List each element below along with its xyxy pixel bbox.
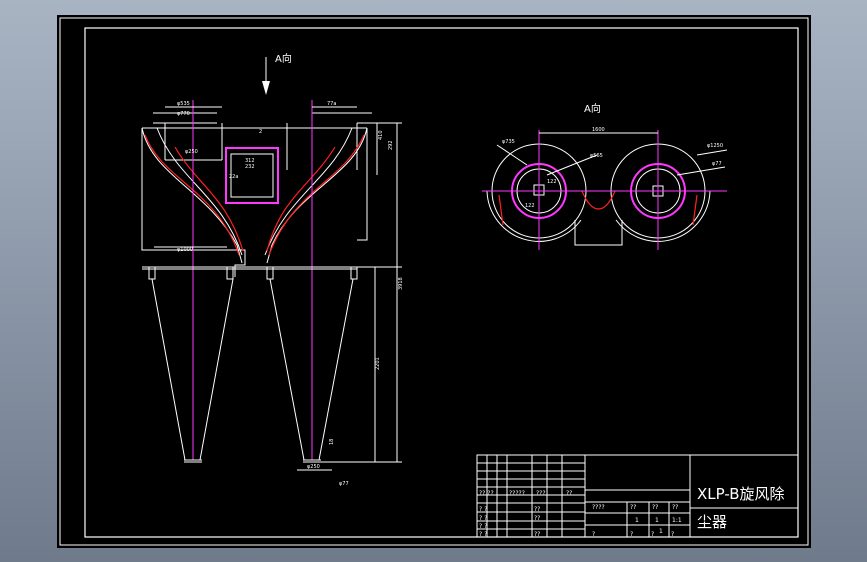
dim-text-16: φ77 [339,481,349,487]
inner-frame [84,27,799,538]
tb-cell-8: ?? [672,504,678,511]
leader-1 [696,149,728,156]
tb-sub-2: ?? [534,515,540,522]
right-scroll-outer [266,127,368,264]
top-dim-text-1: 1600 [592,127,605,133]
tb-cell-6: ?? [630,504,636,511]
tb-cell-1: ?? ?? [479,490,494,497]
tb-sub-3: ?? [534,531,540,538]
top-dim-text-4: φ735 [502,139,515,145]
dim-text-1: φ535 [177,101,190,107]
right-scroll-arc [615,190,711,242]
dim-text-8: 2 [259,129,262,135]
dim-text-13: 2201 [375,357,381,370]
title-block: XLP-B旋风除 尘器 ?? ?? ????? ??? ?? ???? ?? ?… [476,454,799,538]
tb-cell-4: ?? [566,490,572,497]
dim-text-10: 22a [229,174,238,180]
dim-text-14: 18 [329,439,335,445]
tb-val-2: 1 [655,517,659,524]
a-direction-label-top: A向 [584,102,601,115]
tb-bottom-4: ? [671,531,674,538]
top-dim-text-3: φ77 [712,161,722,167]
top-dim-text-6: 122 [547,179,557,185]
tb-bottom-2: ? [630,531,633,538]
inlet-connector [574,220,623,246]
tb-left-2: ? ? [479,515,487,522]
top-dim-text-5: φ565 [590,153,603,159]
dim-text-7: 410 [378,130,384,140]
drawing-title-line1: XLP-B旋风除 [697,485,785,503]
tb-sub-1: ?? [534,506,540,513]
dim-text-6: 232 [245,164,255,170]
cad-drawing-viewport[interactable]: A向 φ535 φ770 φ250 77a 312 232 410 2 292 … [57,15,811,548]
leader-2 [676,166,726,176]
tb-val-1: 1 [635,517,639,524]
top-dim-text-7: 122 [525,203,535,209]
right-red-curve-1 [268,134,365,256]
dim-text-3: φ250 [185,149,198,155]
top-view: A向 1600 φ1250 φ77 φ735 φ565 122 122 [482,102,728,250]
top-red-left [498,194,504,226]
tb-cell-5: ???? [592,504,605,511]
tb-bottom-3: ? [651,531,654,538]
top-red-curve [581,190,616,210]
dim-text-4: 77a [327,101,336,107]
tb-cell-7: ?? [652,504,658,511]
left-scroll-arc [486,190,582,242]
dim-text-11: φ1000 [177,247,193,253]
dim-text-12: 3918 [398,277,404,290]
tb-val-4: 1:1 [672,517,682,524]
tb-cell-3: ??? [536,490,546,497]
view-arrow-head [262,81,270,95]
tb-val-3: 1 [659,528,663,535]
a-direction-label-front: A向 [275,52,292,65]
dim-text-9: 292 [388,140,394,150]
tb-cell-2: ????? [509,490,525,497]
front-view: A向 φ535 φ770 φ250 77a 312 232 410 2 292 … [141,52,404,487]
top-dim-text-2: φ1250 [707,143,723,149]
tb-bottom-1: ? [592,531,595,538]
dim-text-2: φ770 [177,111,190,117]
tb-left-3: ? ? [479,523,487,530]
tb-left-4: ? ? [479,531,487,538]
drawing-title-line2: 尘器 [697,513,727,531]
tb-left-1: ? ? [479,506,487,513]
cad-drawing: A向 φ535 φ770 φ250 77a 312 232 410 2 292 … [59,17,809,546]
outer-frame [59,17,809,546]
dim-text-15: φ250 [307,464,320,470]
